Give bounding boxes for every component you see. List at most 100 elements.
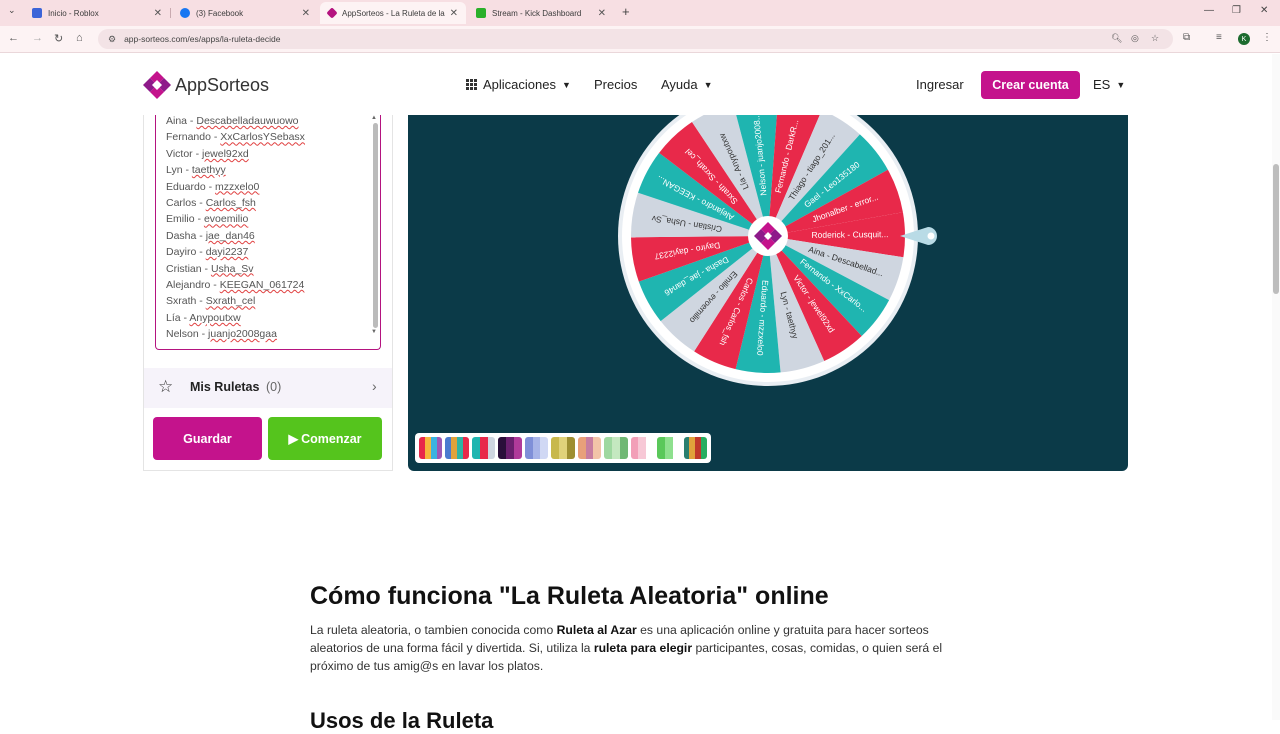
entry-name: Lyn: [166, 164, 183, 177]
tab-search-icon[interactable]: ⌄: [8, 5, 16, 16]
roulette-wheel[interactable]: Roderick - Cusquit...Aina - Descabellad.…: [408, 115, 1128, 471]
entry-tag: mzzxelo0: [215, 180, 260, 193]
menu-apps-label: Aplicaciones: [483, 77, 556, 92]
palette-swatch[interactable]: [471, 437, 496, 459]
chevron-down-icon: ▼: [562, 79, 571, 90]
rim-dot: [891, 300, 895, 304]
tab-kick[interactable]: Stream - Kick Dashboard ✕: [468, 2, 614, 24]
swatch-stripe: [701, 437, 707, 459]
palette-swatch[interactable]: [630, 437, 655, 459]
entry-tag: dayi2237: [205, 246, 249, 259]
swatch-stripe: [471, 437, 480, 459]
rim-dot: [625, 235, 629, 239]
palette-swatch[interactable]: [551, 437, 575, 459]
entries-textarea[interactable]: ▲ ▼ Aina - Descabelladauwuowo Fernando - …: [155, 115, 381, 350]
entry-tag: XxCarlosYSebasx: [220, 131, 305, 144]
save-label: Guardar: [183, 431, 232, 446]
rim-dot: [779, 374, 783, 378]
language-selector[interactable]: ES ▼: [1093, 77, 1125, 92]
minimize-icon[interactable]: —: [1204, 5, 1214, 16]
rim-dot: [632, 189, 636, 193]
menu-help[interactable]: Ayuda ▼: [661, 77, 713, 92]
bookmark-star-icon[interactable]: ☆: [1151, 33, 1159, 44]
tab-appsorteos[interactable]: AppSorteos - La Ruleta de la Suerte ✕: [320, 2, 466, 24]
forward-icon[interactable]: →: [32, 32, 43, 44]
page-scrollbar[interactable]: [1272, 54, 1280, 720]
start-button[interactable]: ▶ Comenzar: [268, 417, 382, 460]
swatch-stripe: [672, 437, 681, 459]
extensions-icon[interactable]: ⧉: [1183, 32, 1190, 43]
page-scrollbar-thumb[interactable]: [1273, 164, 1279, 294]
scroll-down-icon[interactable]: ▼: [371, 329, 377, 335]
palette-swatch[interactable]: [419, 437, 443, 459]
close-tab-icon[interactable]: ✕: [598, 8, 606, 19]
entry-tag: Descabelladauwuowo: [196, 115, 299, 127]
new-tab-icon[interactable]: +: [622, 4, 630, 19]
entry-tag: Carlos_fsh: [205, 197, 256, 209]
rim-dot: [905, 210, 909, 214]
entry-line: Victor - jewel92xd: [166, 148, 249, 160]
logo[interactable]: AppSorteos: [142, 70, 269, 100]
palette-swatch[interactable]: [657, 437, 681, 459]
home-icon[interactable]: ⌂: [76, 32, 83, 44]
palette-swatch[interactable]: [604, 437, 628, 459]
palette-swatch[interactable]: [524, 437, 549, 459]
scroll-up-icon[interactable]: ▲: [371, 115, 377, 121]
tab-facebook[interactable]: (3) Facebook ✕: [172, 2, 318, 24]
rim-dot: [654, 148, 658, 152]
profile-avatar[interactable]: K: [1238, 33, 1250, 45]
palette-swatch[interactable]: [683, 437, 707, 459]
my-roulettes-count: (0): [266, 380, 282, 394]
restore-icon[interactable]: ❐: [1232, 5, 1241, 16]
media-icon[interactable]: ≡: [1216, 32, 1222, 43]
save-button[interactable]: Guardar: [153, 417, 262, 460]
eye-off-icon[interactable]: ◎: [1131, 33, 1139, 44]
register-button[interactable]: Crear cuenta: [981, 71, 1080, 99]
entry-separator: -: [196, 295, 206, 308]
swatch-stripe: [487, 437, 496, 459]
entry-tag: Sxrath_cel: [205, 295, 256, 308]
entry-name: Dayiro: [166, 246, 200, 259]
swatch-stripe: [638, 437, 647, 459]
close-window-icon[interactable]: ✕: [1260, 5, 1268, 16]
rim-dot: [690, 353, 694, 357]
color-palette: [415, 433, 711, 463]
my-roulettes-row[interactable]: ☆ Mis Ruletas (0) ›: [144, 368, 392, 408]
swatch-stripe: [585, 437, 594, 459]
entry-line: Emilio - evoemilio: [166, 213, 248, 225]
entry-line: Lyn - taethyy: [166, 164, 226, 176]
entry-name: Carlos: [166, 197, 197, 209]
swatch-stripe: [593, 437, 602, 459]
my-roulettes-label: Mis Ruletas: [190, 380, 260, 394]
menu-prices[interactable]: Precios: [594, 77, 637, 92]
tab-divider: [170, 8, 171, 18]
wheel-segment-label: Roderick - Cusquit...: [811, 229, 888, 240]
entry-line: Eduardo - mzzxelo0: [166, 181, 259, 193]
textarea-scrollbar[interactable]: [373, 123, 378, 328]
palette-swatch[interactable]: [498, 437, 522, 459]
entry-separator: -: [198, 328, 209, 341]
entry-name: Cristian: [166, 262, 202, 275]
palette-swatch[interactable]: [577, 437, 602, 459]
entry-name: Aina: [166, 115, 188, 127]
swatch-stripe: [619, 437, 628, 459]
entry-name: Lía: [166, 311, 181, 324]
content-paragraph: La ruleta aleatoria, o tambien conocida …: [310, 621, 970, 675]
close-tab-icon[interactable]: ✕: [154, 8, 162, 19]
tab-roblox[interactable]: Inicio - Roblox ✕: [24, 2, 170, 24]
reload-icon[interactable]: ↻: [54, 32, 63, 45]
entry-line: Dayiro - dayi2237: [166, 246, 248, 258]
swatch-stripe: [657, 437, 665, 459]
kick-favicon-icon: [476, 8, 486, 18]
zoom-icon[interactable]: 🔍︎: [1111, 33, 1122, 44]
site-info-icon[interactable]: ⚙: [108, 34, 116, 45]
close-tab-icon[interactable]: ✕: [302, 8, 310, 19]
menu-apps[interactable]: Aplicaciones ▼: [466, 77, 571, 92]
close-tab-icon[interactable]: ✕: [450, 8, 458, 19]
back-icon[interactable]: ←: [8, 32, 19, 44]
palette-swatch[interactable]: [445, 437, 469, 459]
more-menu-icon[interactable]: ⋮: [1262, 32, 1272, 43]
login-link[interactable]: Ingresar: [916, 77, 964, 92]
address-bar[interactable]: ⚙ app-sorteos.com/es/apps/la-ruleta-deci…: [98, 29, 1173, 49]
entry-tag: KEEGAN_061724: [219, 279, 305, 291]
